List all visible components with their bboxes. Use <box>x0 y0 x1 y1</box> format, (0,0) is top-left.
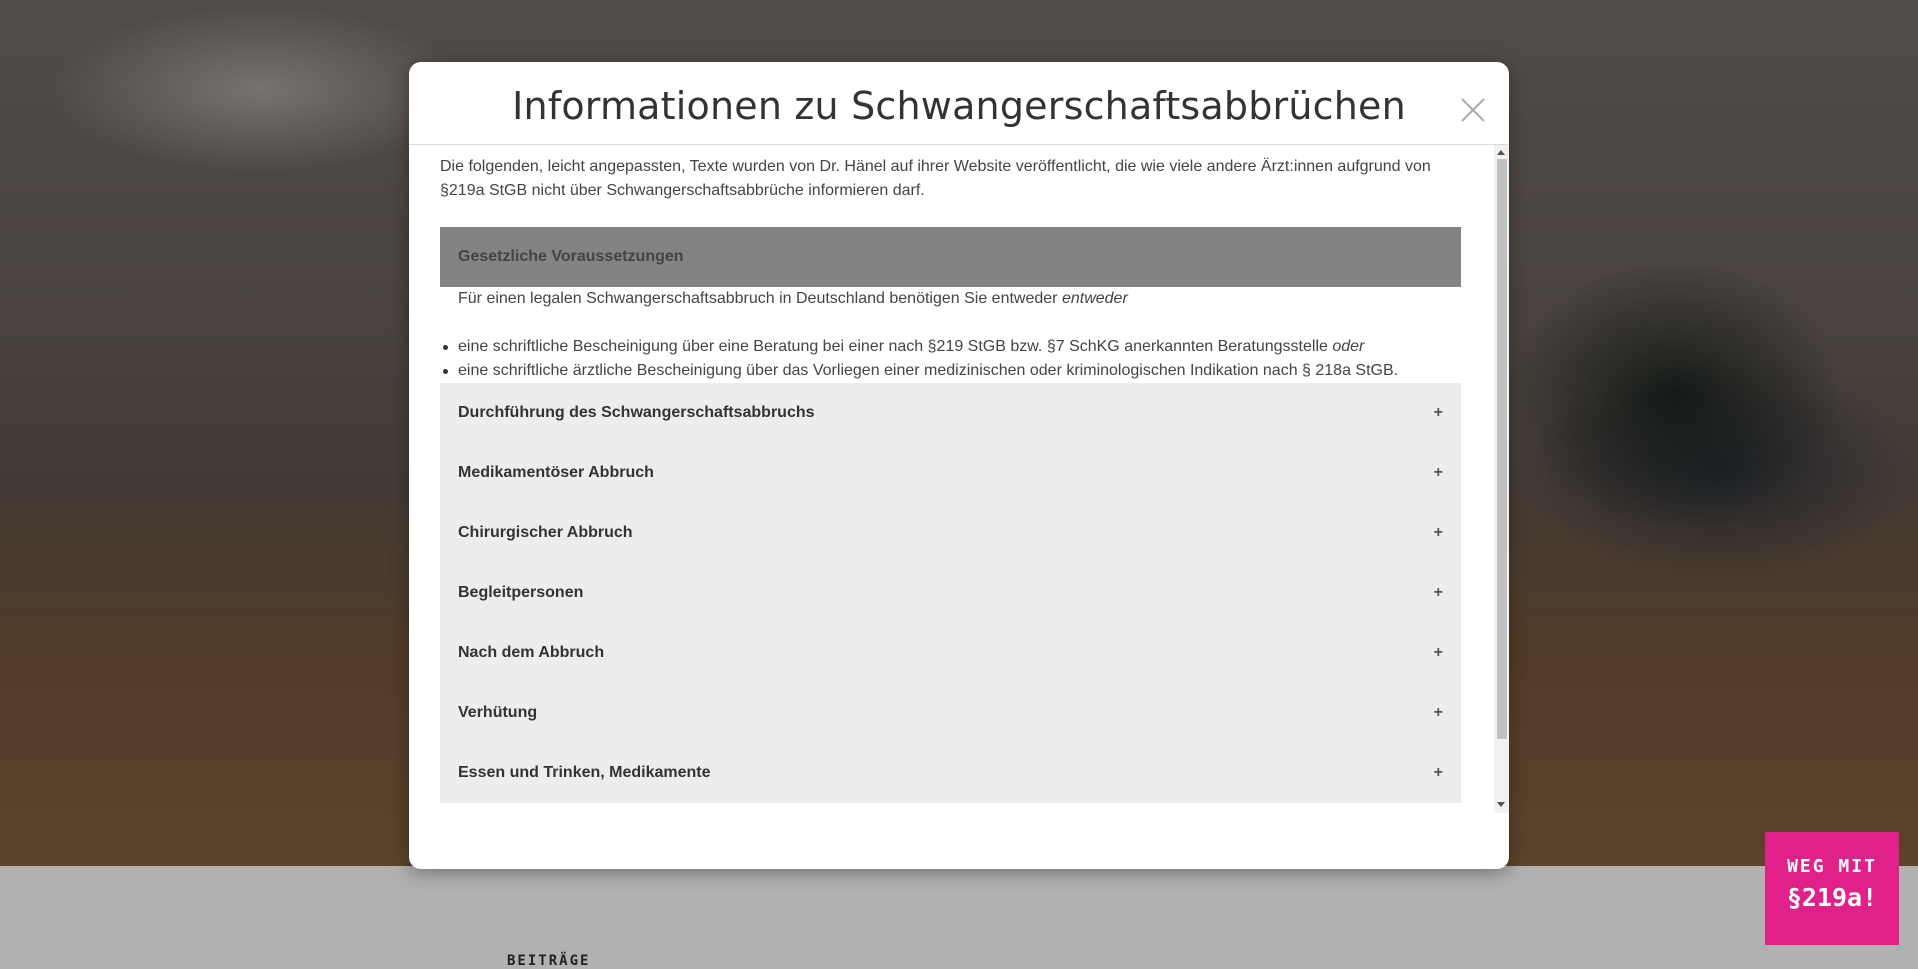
weg-mit-219a-badge[interactable]: WEG MIT §219a! <box>1765 832 1899 945</box>
modal-scrollbar[interactable] <box>1494 145 1509 813</box>
badge-line1: WEG MIT <box>1787 856 1877 877</box>
close-button[interactable] <box>1457 94 1489 126</box>
accordion-header-durchfuehrung[interactable]: Durchführung des Schwangerschaftsabbruch… <box>440 383 1461 443</box>
accordion-title: Nach dem Abbruch <box>458 644 605 661</box>
list-item: eine schriftliche ärztliche Bescheinigun… <box>443 359 1443 383</box>
requirements-list: eine schriftliche Bescheinigung über ein… <box>443 335 1443 383</box>
section-paragraph-text: Für einen legalen Schwangerschaftsabbruc… <box>458 290 1058 307</box>
accordion-header-medikamentoeser-abbruch[interactable]: Medikamentöser Abbruch + <box>440 443 1461 503</box>
list-item: eine schriftliche Bescheinigung über ein… <box>443 335 1443 359</box>
accordion-content-gesetzliche-voraussetzungen: Für einen legalen Schwangerschaftsabbruc… <box>440 287 1461 383</box>
accordion-title: Medikamentöser Abbruch <box>458 464 654 481</box>
accordion-title: Gesetzliche Voraussetzungen <box>458 248 684 265</box>
list-item-text: eine schriftliche ärztliche Bescheinigun… <box>458 362 1399 379</box>
modal-title: Informationen zu Schwangerschaftsabbrüch… <box>512 84 1406 128</box>
accordion-header-nach-dem-abbruch[interactable]: Nach dem Abbruch + <box>440 623 1461 683</box>
scrollbar-thumb[interactable] <box>1497 159 1507 739</box>
modal-header: Informationen zu Schwangerschaftsabbrüch… <box>409 62 1509 145</box>
list-item-emphasis: oder <box>1332 338 1365 355</box>
accordion-title: Durchführung des Schwangerschaftsabbruch… <box>458 404 815 421</box>
expand-icon: + <box>1433 524 1443 541</box>
badge-line2: §219a! <box>1786 883 1878 912</box>
accordion-title: Chirurgischer Abbruch <box>458 524 633 541</box>
section-paragraph-emphasis: entweder <box>1061 290 1128 307</box>
expand-icon: + <box>1433 404 1443 421</box>
close-icon <box>1461 98 1485 122</box>
page-footer-area <box>0 866 1918 965</box>
accordion-title: Essen und Trinken, Medikamente <box>458 764 711 781</box>
footer-heading: BEITRÄGE <box>507 953 591 969</box>
info-modal: Informationen zu Schwangerschaftsabbrüch… <box>409 62 1509 869</box>
modal-body[interactable]: Die folgenden, leicht angepassten, Texte… <box>409 145 1509 813</box>
expand-icon: + <box>1433 584 1443 601</box>
scroll-up-arrow-icon[interactable] <box>1497 150 1505 155</box>
accordion-header-gesetzliche-voraussetzungen[interactable]: Gesetzliche Voraussetzungen – <box>440 227 1461 287</box>
expand-icon: + <box>1433 644 1443 661</box>
collapse-icon: – <box>1434 248 1443 265</box>
accordion-header-begleitpersonen[interactable]: Begleitpersonen + <box>440 563 1461 623</box>
accordion-title: Begleitpersonen <box>458 584 584 601</box>
accordion-header-chirurgischer-abbruch[interactable]: Chirurgischer Abbruch + <box>440 503 1461 563</box>
section-paragraph: Für einen legalen Schwangerschaftsabbruc… <box>458 287 1443 311</box>
accordion-title: Verhütung <box>458 704 538 721</box>
accordion-header-verhuetung[interactable]: Verhütung + <box>440 683 1461 743</box>
accordion: Gesetzliche Voraussetzungen – Für einen … <box>440 227 1461 803</box>
expand-icon: + <box>1433 704 1443 721</box>
expand-icon: + <box>1433 764 1443 781</box>
accordion-header-essen-und-trinken[interactable]: Essen und Trinken, Medikamente + <box>440 743 1461 803</box>
expand-icon: + <box>1433 464 1443 481</box>
intro-text: Die folgenden, leicht angepassten, Texte… <box>440 158 1431 199</box>
scroll-down-arrow-icon[interactable] <box>1497 802 1505 807</box>
list-item-text: eine schriftliche Bescheinigung über ein… <box>458 338 1328 355</box>
